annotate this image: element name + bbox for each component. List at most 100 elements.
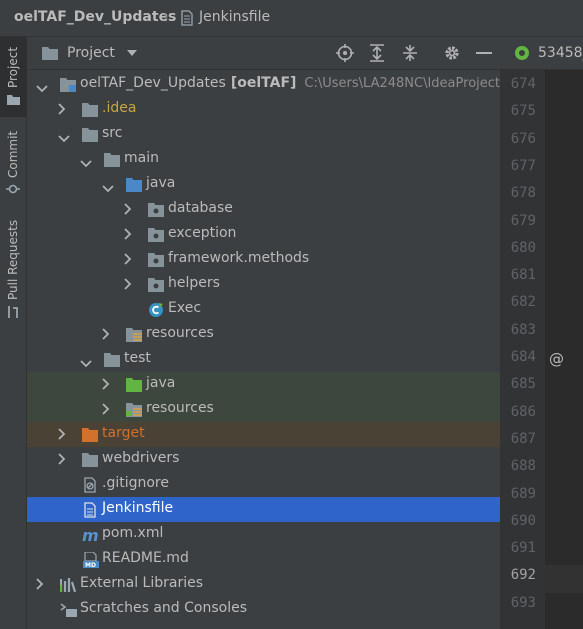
package-icon xyxy=(148,228,164,242)
expand-node-toggle[interactable] xyxy=(58,103,68,116)
line-number: 680 xyxy=(510,239,536,256)
line-number: 676 xyxy=(510,130,536,147)
tree-node[interactable]: framework.methods xyxy=(27,247,500,272)
expand-node-toggle[interactable] xyxy=(124,253,134,266)
expand-node-toggle[interactable] xyxy=(102,378,112,391)
expand-node-toggle[interactable] xyxy=(36,578,46,591)
tree-node[interactable]: m pom.xml xyxy=(27,522,500,547)
expand-node-toggle[interactable] xyxy=(102,403,112,416)
tree-node[interactable]: oelTAF_Dev_Updates [oelTAF] C:\Users\LA248… xyxy=(27,72,500,97)
tree-node-label: src xyxy=(102,125,123,141)
libraries-icon xyxy=(59,577,77,593)
test-source-root-icon xyxy=(126,377,142,392)
folder-icon xyxy=(82,103,98,117)
line-number: 675 xyxy=(510,103,536,120)
expand-node-toggle[interactable] xyxy=(58,453,68,466)
collapse-node-toggle[interactable] xyxy=(80,356,92,369)
package-icon xyxy=(148,277,164,292)
tree-node[interactable]: webdrivers xyxy=(27,447,500,472)
folder-icon xyxy=(7,95,20,105)
resources-root-icon xyxy=(126,328,142,342)
editor-tab[interactable]: 53458_ xyxy=(538,45,583,61)
expand-node-toggle[interactable] xyxy=(58,428,68,441)
tree-node[interactable]: src xyxy=(27,122,500,147)
package-icon xyxy=(148,227,164,242)
line-number: 688 xyxy=(510,458,536,475)
java-class-icon xyxy=(148,302,164,317)
tree-node-label: .idea xyxy=(102,100,137,116)
caret-row-highlight xyxy=(545,565,583,593)
markdown-icon: MD xyxy=(82,551,99,569)
excluded-folder-icon xyxy=(82,427,98,442)
tree-node[interactable]: Scratches and Consoles xyxy=(27,597,500,622)
expand-node-toggle[interactable] xyxy=(124,203,134,216)
line-number: 677 xyxy=(510,157,536,174)
tree-node-label: webdrivers xyxy=(102,450,180,466)
folder-icon xyxy=(82,453,98,467)
tool-stripe-pull-requests-label[interactable]: Pull Requests xyxy=(6,220,20,300)
scratches-icon xyxy=(60,603,77,617)
line-number: 684 xyxy=(510,349,536,365)
tree-node-label: resources xyxy=(146,325,214,341)
line-number: 685 xyxy=(510,376,536,393)
tree-node[interactable]: main xyxy=(27,147,500,172)
tree-node[interactable]: resources xyxy=(27,322,500,347)
project-folder-icon xyxy=(42,47,58,60)
hide-icon[interactable] xyxy=(476,52,492,55)
tree-node[interactable]: resources xyxy=(27,397,500,422)
text-file-icon xyxy=(181,10,193,26)
markdown-icon: MD xyxy=(83,551,99,569)
project-tree: oelTAF_Dev_Updates [oelTAF] C:\Users\LA248… xyxy=(27,70,500,629)
tree-node-label: README.md xyxy=(102,550,189,566)
tree-node[interactable]: External Libraries xyxy=(27,572,500,597)
collapse-all-icon[interactable] xyxy=(402,44,418,62)
tree-node-label: main xyxy=(124,150,159,166)
chevron-right-icon xyxy=(102,328,110,340)
gear-icon[interactable] xyxy=(443,44,461,62)
collapse-node-toggle[interactable] xyxy=(58,131,70,144)
line-number: 692 xyxy=(510,567,536,584)
tool-stripe-project-label[interactable]: Project xyxy=(6,47,20,88)
breadcrumb-file[interactable]: Jenkinsfile xyxy=(199,9,270,25)
tree-node-label: resources xyxy=(146,400,214,416)
tree-node[interactable]: MD README.md xyxy=(27,547,500,572)
tree-node[interactable]: helpers xyxy=(27,272,500,297)
expand-node-toggle[interactable] xyxy=(102,328,112,341)
tree-node[interactable]: test xyxy=(27,347,500,372)
collapse-node-toggle[interactable] xyxy=(102,181,114,194)
tree-node[interactable]: .gitignore xyxy=(27,472,500,497)
chevron-down-icon[interactable] xyxy=(127,50,137,56)
override-marker-icon: @ xyxy=(549,350,564,368)
expand-node-toggle[interactable] xyxy=(124,278,134,291)
tree-node[interactable]: target xyxy=(27,422,500,447)
expand-node-toggle[interactable] xyxy=(124,228,134,241)
project-view-selector[interactable]: Project xyxy=(67,45,115,61)
tree-node-label: helpers xyxy=(168,275,220,291)
chevron-right-icon xyxy=(36,578,44,590)
collapse-node-toggle[interactable] xyxy=(36,81,48,94)
tree-node[interactable]: exception xyxy=(27,222,500,247)
package-icon xyxy=(148,203,164,217)
folder-icon xyxy=(104,153,120,167)
line-number: 679 xyxy=(510,212,536,229)
line-number: 689 xyxy=(510,485,536,502)
line-number: 682 xyxy=(510,294,536,311)
tree-node-module-name: [oelTAF] xyxy=(230,75,297,91)
tree-node-label: java xyxy=(146,375,176,391)
expand-all-icon[interactable] xyxy=(369,44,385,62)
tree-node[interactable]: database xyxy=(27,197,500,222)
tool-stripe-commit-label[interactable]: Commit xyxy=(6,131,20,178)
chevron-right-icon xyxy=(58,428,66,440)
collapse-node-toggle[interactable] xyxy=(80,156,92,169)
tree-node[interactable]: Exec xyxy=(27,297,500,322)
pull-request-icon xyxy=(8,306,18,318)
tree-node[interactable]: Jenkinsfile xyxy=(27,497,500,522)
tree-node[interactable]: java xyxy=(27,372,500,397)
breadcrumb-project[interactable]: oelTAF_Dev_Updates xyxy=(14,9,176,25)
locate-icon[interactable] xyxy=(336,44,354,62)
tree-node-label: target xyxy=(102,425,145,441)
tree-node[interactable]: .idea xyxy=(27,97,500,122)
tree-node-label: Exec xyxy=(168,300,202,316)
tree-node[interactable]: java xyxy=(27,172,500,197)
tree-node-label: pom.xml xyxy=(102,525,164,541)
